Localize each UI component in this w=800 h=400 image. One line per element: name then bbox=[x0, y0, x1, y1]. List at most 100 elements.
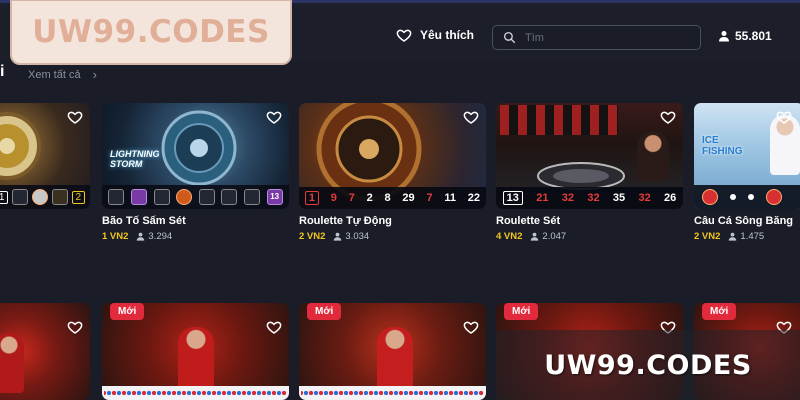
result-number: 29 bbox=[402, 192, 415, 204]
logo-text: UW99.CODES bbox=[32, 14, 270, 50]
result-chip bbox=[153, 189, 170, 205]
top-bar: UW99.CODES Yêu thích 55.801 bbox=[0, 0, 800, 65]
game-name[interactable]: Roulette Tự Động bbox=[299, 215, 486, 227]
result-chip bbox=[31, 189, 48, 205]
game-thumbnail[interactable] bbox=[0, 303, 90, 400]
result-number: 32 bbox=[561, 192, 575, 204]
game-card[interactable]: ICE FISHING Câu Cá Sông Băng 2 VN2 1.475 bbox=[694, 103, 800, 242]
game-logo: ICE FISHING bbox=[702, 135, 743, 157]
result-chip bbox=[130, 189, 147, 205]
player-count: 2.047 bbox=[530, 231, 566, 242]
game-meta: 1 VN2 3.294 bbox=[102, 231, 289, 242]
new-badge: Mới bbox=[702, 303, 737, 320]
new-badge: Mới bbox=[110, 303, 145, 320]
result-dot bbox=[730, 194, 736, 200]
heart-icon[interactable] bbox=[67, 109, 83, 125]
wheel-image bbox=[0, 112, 41, 180]
result-chip bbox=[766, 189, 782, 205]
game-name[interactable]: Câu Cá Sông Băng bbox=[694, 215, 800, 227]
game-price: 1 VN2 bbox=[102, 231, 129, 242]
game-logo: LIGHTNING STORM bbox=[110, 149, 160, 169]
new-badge: Mới bbox=[307, 303, 342, 320]
game-thumbnail[interactable]: LIGHTNING STORM 13 bbox=[102, 103, 289, 209]
heart-icon[interactable] bbox=[463, 319, 479, 335]
game-card[interactable]: Mới bbox=[299, 303, 486, 400]
heart-icon[interactable] bbox=[660, 109, 676, 125]
game-result-strip: 1 2 bbox=[0, 185, 90, 209]
heart-icon[interactable] bbox=[266, 109, 282, 125]
player-count: 3.034 bbox=[333, 231, 369, 242]
bead-road-dots bbox=[301, 389, 484, 397]
game-thumbnail[interactable]: 1 2 bbox=[0, 103, 90, 209]
dealer-image bbox=[178, 327, 214, 389]
dealer-image bbox=[637, 131, 669, 181]
result-chip bbox=[702, 189, 718, 205]
game-meta: 2 VN2 3.034 bbox=[299, 231, 486, 242]
game-card[interactable]: LIGHTNING STORM 13 Bão Tố Sấm Sét 1 VN2 3… bbox=[102, 103, 289, 242]
game-card[interactable]: 1 9 7 2 8 29 7 11 22 Roulette Tự Động 2 … bbox=[299, 103, 486, 242]
user-icon bbox=[719, 31, 729, 42]
see-all-label: Xem tất cả bbox=[28, 68, 81, 81]
favorites-label: Yêu thích bbox=[420, 28, 475, 42]
result-number: 2 bbox=[71, 190, 86, 204]
chevron-right-icon: › bbox=[92, 67, 97, 82]
result-chip bbox=[108, 189, 125, 205]
player-count-value: 2.047 bbox=[542, 231, 567, 242]
game-result-strip bbox=[694, 185, 800, 209]
bead-road-dots bbox=[104, 389, 287, 397]
game-thumbnail[interactable]: ICE FISHING bbox=[694, 103, 800, 209]
player-count-display: 55.801 bbox=[718, 29, 772, 43]
see-all-link[interactable]: Xem tất cả › bbox=[28, 67, 97, 82]
result-number: 7 bbox=[426, 192, 433, 204]
result-dot bbox=[748, 194, 754, 200]
result-chip bbox=[198, 189, 215, 205]
roulette-results-strip: 13 21 32 32 35 32 26 bbox=[496, 187, 683, 209]
search-box[interactable] bbox=[492, 25, 701, 50]
user-icon bbox=[137, 232, 145, 241]
result-chip bbox=[12, 189, 29, 205]
favorites-button[interactable]: Yêu thích bbox=[396, 27, 474, 43]
game-price: 4 VN2 bbox=[496, 231, 523, 242]
bead-road bbox=[299, 386, 486, 400]
roulette-results-strip: 1 9 7 2 8 29 7 11 22 bbox=[299, 187, 486, 209]
game-thumbnail[interactable]: 13 21 32 32 35 32 26 bbox=[496, 103, 683, 209]
result-number: 22 bbox=[467, 192, 481, 204]
game-card[interactable]: Mới bbox=[102, 303, 289, 400]
result-number: 9 bbox=[330, 192, 337, 204]
game-card[interactable]: 13 21 32 32 35 32 26 Roulette Sét 4 VN2 … bbox=[496, 103, 683, 242]
game-price: 2 VN2 bbox=[299, 231, 326, 242]
result-number: 8 bbox=[384, 192, 391, 204]
result-chip: 13 bbox=[266, 189, 283, 205]
result-number: 1 bbox=[304, 191, 320, 205]
game-card[interactable]: 1 2 bbox=[0, 103, 90, 209]
result-number: 2 bbox=[366, 192, 373, 204]
result-number: 13 bbox=[502, 191, 523, 205]
heart-icon[interactable] bbox=[67, 319, 83, 335]
heart-icon[interactable] bbox=[776, 109, 792, 125]
user-icon bbox=[531, 232, 539, 241]
game-name[interactable]: Roulette Sét bbox=[496, 215, 683, 227]
game-name[interactable]: Bão Tố Sấm Sét bbox=[102, 215, 289, 227]
result-number: 7 bbox=[348, 192, 355, 204]
game-meta: 4 VN2 2.047 bbox=[496, 231, 683, 242]
search-input[interactable] bbox=[525, 31, 685, 44]
result-number: 11 bbox=[444, 192, 456, 204]
result-number: 32 bbox=[638, 192, 651, 204]
game-thumbnail[interactable]: 1 9 7 2 8 29 7 11 22 bbox=[299, 103, 486, 209]
game-card[interactable] bbox=[0, 303, 90, 400]
new-badge: Mới bbox=[504, 303, 539, 320]
player-count-value: 1.475 bbox=[740, 231, 765, 242]
heart-icon[interactable] bbox=[463, 109, 479, 125]
dealer-image bbox=[377, 327, 413, 389]
user-icon bbox=[729, 232, 737, 241]
watermark-text: UW99.CODES bbox=[544, 349, 752, 381]
result-chip bbox=[221, 189, 238, 205]
player-count: 1.475 bbox=[728, 231, 764, 242]
dealer-image bbox=[0, 333, 24, 393]
site-logo[interactable]: UW99.CODES bbox=[10, 0, 292, 65]
search-icon bbox=[503, 31, 516, 44]
heart-icon[interactable] bbox=[266, 319, 282, 335]
result-number: 32 bbox=[587, 192, 600, 204]
balance-value: 55.801 bbox=[735, 29, 772, 43]
game-result-strip: 13 bbox=[102, 185, 289, 209]
